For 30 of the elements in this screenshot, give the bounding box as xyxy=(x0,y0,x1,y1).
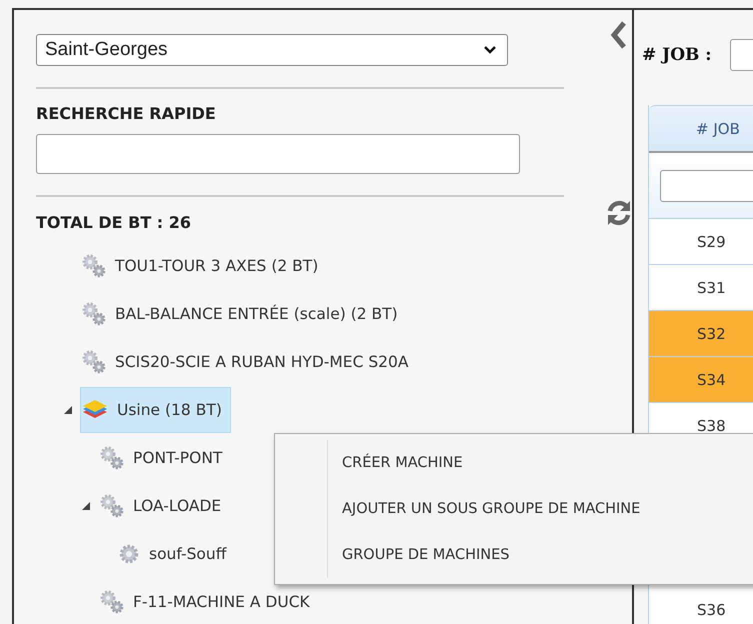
gears-icon xyxy=(99,589,125,615)
chevron-down-icon xyxy=(483,45,497,55)
gear-icon xyxy=(117,542,141,566)
tree-item[interactable]: souf-Souff xyxy=(116,531,232,577)
menu-item[interactable]: AJOUTER UN SOUS GROUPE DE MACHINE xyxy=(327,489,753,529)
total-count: TOTAL DE BT : 26 xyxy=(36,213,192,232)
expanded-triangle-icon[interactable] xyxy=(81,501,91,511)
tree-item[interactable]: Usine (18 BT) xyxy=(80,387,231,433)
tree-item[interactable]: TOU1-TOUR 3 AXES (2 BT) xyxy=(80,243,324,289)
table-cell: S34 xyxy=(649,357,753,403)
location-select[interactable]: Saint-Georges xyxy=(36,34,508,66)
gears-icon xyxy=(81,301,107,327)
gears-icon xyxy=(99,493,125,519)
column-header[interactable]: # JOB xyxy=(649,105,753,153)
gears-icon xyxy=(99,445,125,471)
menu-item[interactable]: GROUPE DE MACHINES xyxy=(327,535,753,575)
gears-icon xyxy=(81,349,107,375)
collapse-chevron-icon[interactable] xyxy=(609,20,629,50)
menu-item[interactable]: CRÉER MACHINE xyxy=(327,443,753,483)
tree-item[interactable]: SCIS20-SCIE A RUBAN HYD-MEC S20A xyxy=(80,339,414,385)
tree-item[interactable]: BAL-BALANCE ENTRÉE (scale) (2 BT) xyxy=(80,291,403,337)
job-filter-label: # JOB : xyxy=(642,45,712,65)
tree-item[interactable]: F-11-MACHINE A DUCK xyxy=(98,579,315,624)
search-field[interactable] xyxy=(36,134,520,174)
tree-item[interactable]: PONT-PONT xyxy=(98,435,228,481)
tree-item[interactable]: LOA-LOADE xyxy=(98,483,226,529)
gears-icon xyxy=(81,253,107,279)
expanded-triangle-icon[interactable] xyxy=(63,405,73,415)
section-heading: RECHERCHE RAPIDE xyxy=(36,104,217,123)
table-cell: S32 xyxy=(649,311,753,357)
